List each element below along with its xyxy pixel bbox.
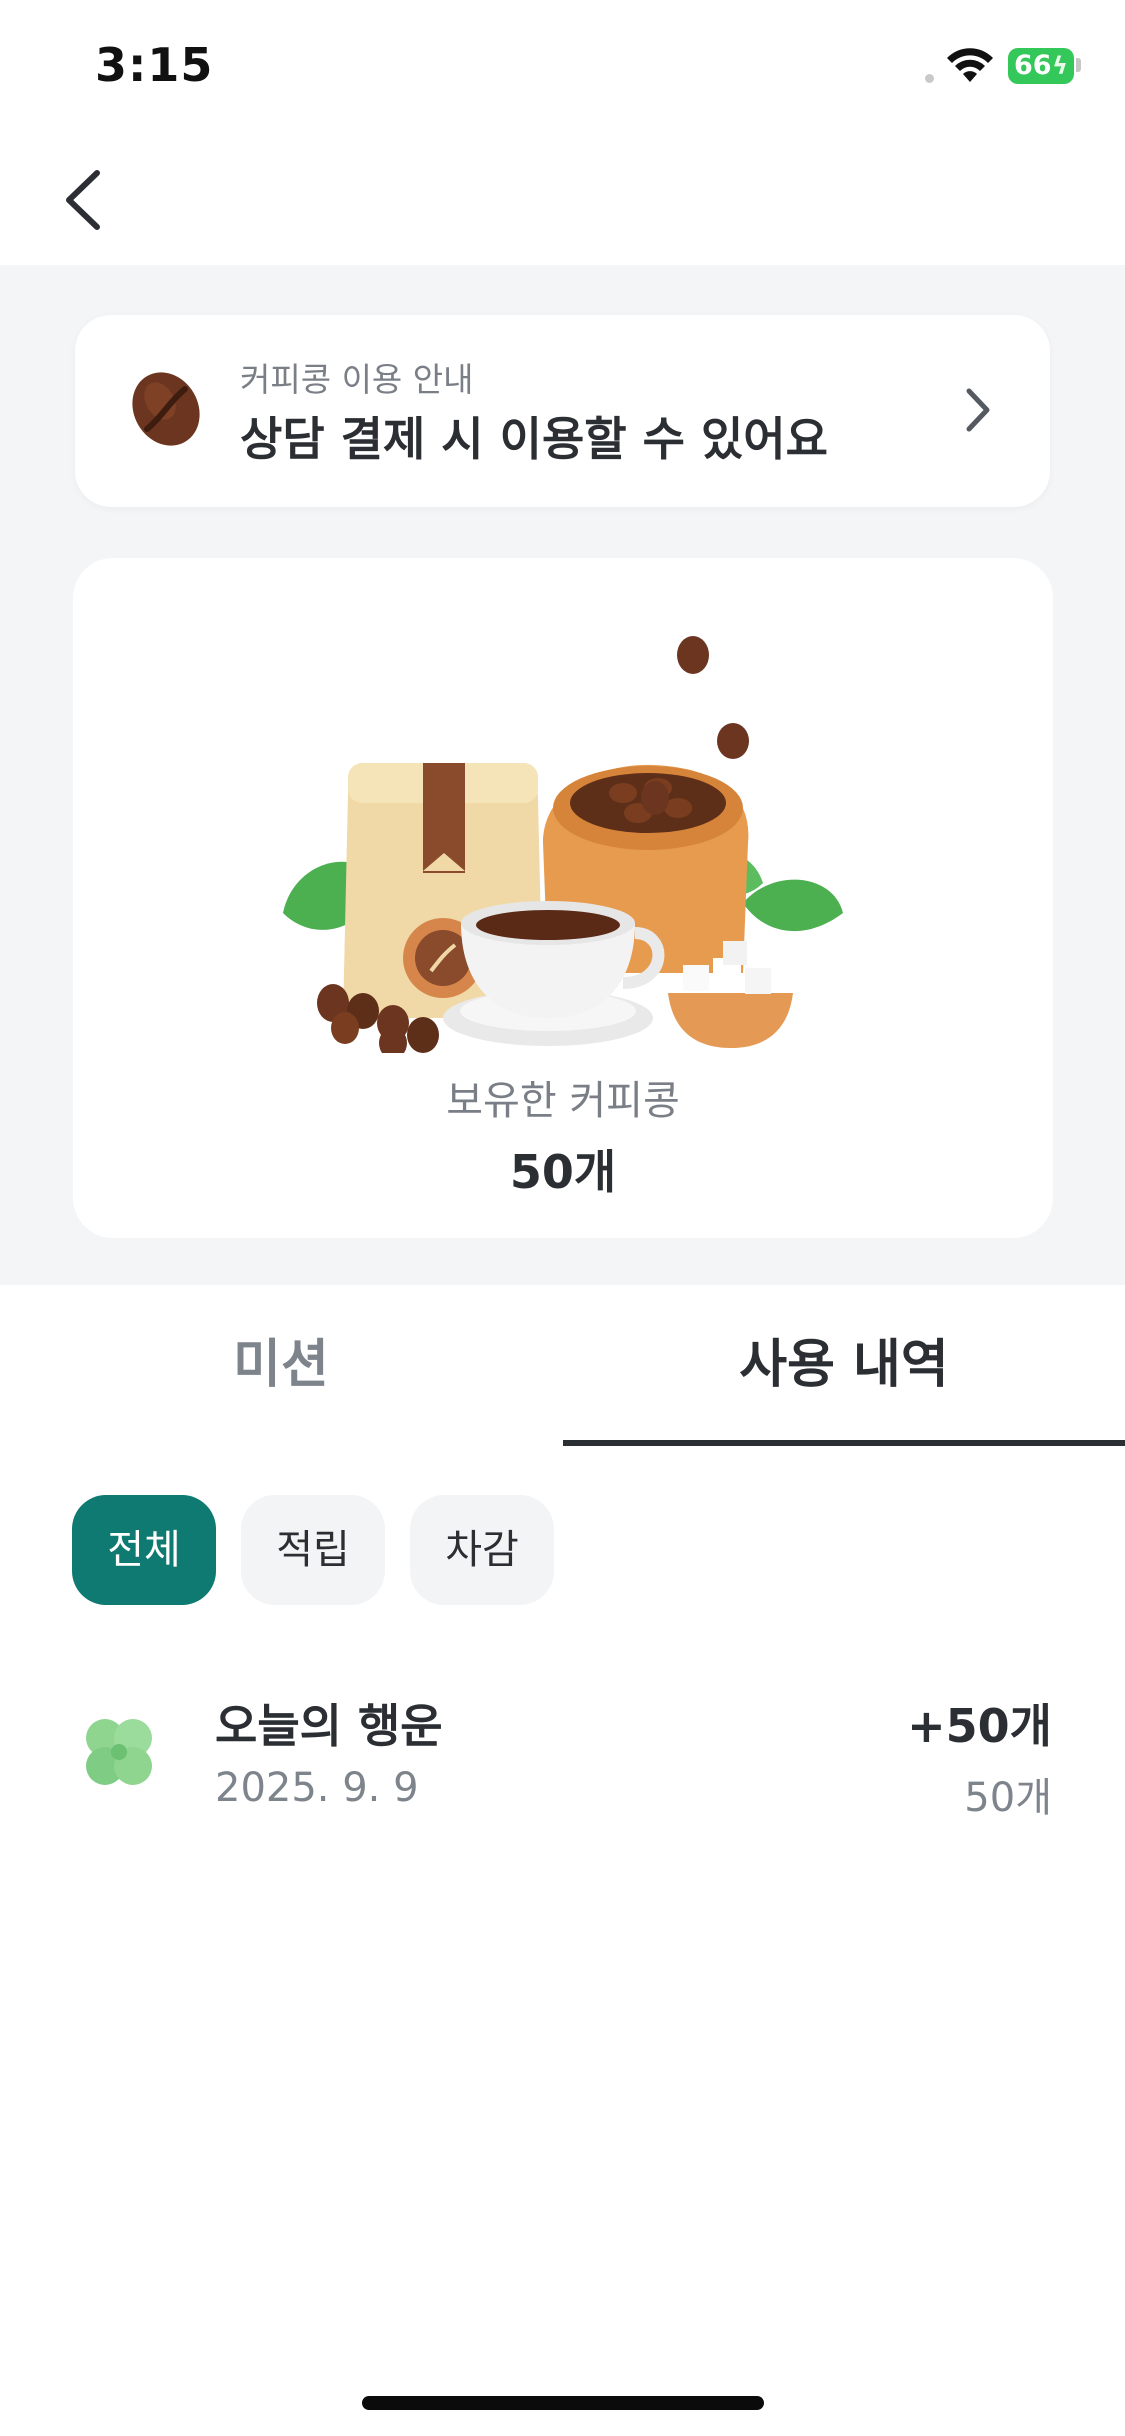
history-date: 2025. 9. 9 [215, 1765, 419, 1811]
filter-earn-chip[interactable]: 적립 [241, 1495, 385, 1605]
coffee-bean-icon [132, 372, 200, 446]
privacy-dot-icon [925, 74, 934, 83]
balance-count: 50개 [509, 1145, 617, 1199]
usage-guide-card[interactable]: 커피콩 이용 안내 상담 결제 시 이용할 수 있어요 [75, 315, 1050, 507]
battery-cap [1076, 58, 1081, 72]
active-tab-indicator [563, 1440, 1125, 1446]
status-bar: 3:15 66 ϟ [0, 0, 1125, 130]
info-title: 상담 결제 시 이용할 수 있어요 [240, 412, 828, 466]
coffee-bean-balance-card: 보유한 커피콩 50개 [73, 558, 1053, 1238]
home-indicator [362, 2396, 764, 2410]
history-title: 오늘의 행운 [215, 1699, 443, 1753]
tab-mission[interactable]: 미션 [0, 1300, 562, 1445]
battery-icon: 66 ϟ [1008, 48, 1074, 84]
info-subtitle: 커피콩 이용 안내 [240, 360, 474, 399]
balance-label: 보유한 커피콩 [446, 1078, 680, 1124]
battery-level: 66 [1014, 50, 1052, 81]
back-chevron-icon[interactable] [55, 165, 115, 235]
charging-bolt-icon: ϟ [1052, 52, 1068, 80]
clover-icon [86, 1719, 152, 1785]
history-list-item[interactable]: 오늘의 행운 2025. 9. 9 +50개 50개 [0, 1660, 1125, 1840]
chevron-right-icon [966, 388, 990, 432]
status-time: 3:15 [95, 38, 214, 92]
coffee-illustration [283, 636, 843, 1053]
history-amount: +50개 [907, 1699, 1052, 1753]
tab-usage-history[interactable]: 사용 내역 [563, 1300, 1125, 1445]
navigation-bar [0, 130, 1125, 265]
history-balance: 50개 [964, 1775, 1052, 1821]
filter-all-chip[interactable]: 전체 [72, 1495, 216, 1605]
wifi-icon [947, 48, 993, 82]
filter-deduct-chip[interactable]: 차감 [410, 1495, 554, 1605]
